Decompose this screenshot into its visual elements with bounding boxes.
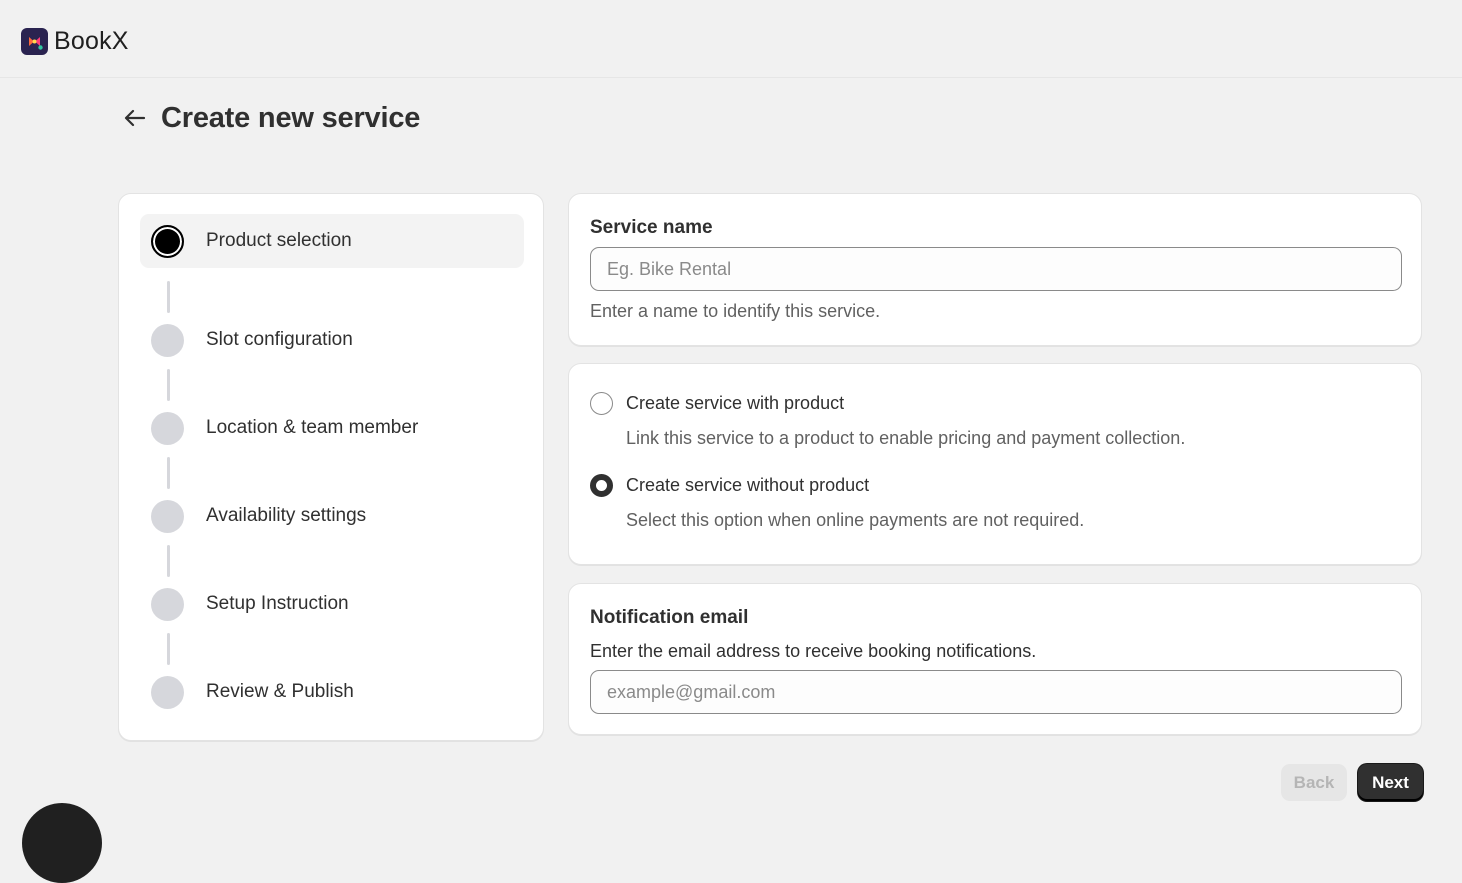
top-bar: BookX [0,0,1462,78]
chat-launcher-button[interactable] [22,803,102,883]
step-connector [167,281,170,313]
step-indicator [151,411,184,445]
step-connector [167,369,170,401]
notification-email-title: Notification email [590,607,749,628]
notification-email-input[interactable] [590,670,1402,714]
bookx-logo-icon [21,28,48,55]
radio-with-product[interactable]: Create service with product [590,392,844,415]
step-review-publish[interactable]: Review & Publish [140,665,524,719]
notification-email-card: Notification email Enter the email addre… [568,583,1422,735]
service-name-help: Enter a name to identify this service. [590,301,881,321]
step-label: Setup Instruction [206,593,349,614]
step-indicator [151,587,184,621]
step-product-selection[interactable]: Product selection [140,214,524,268]
step-label: Review & Publish [206,681,354,702]
step-indicator [151,499,184,533]
step-connector [167,633,170,665]
radio-help-text: Link this service to a product to enable… [626,428,1186,448]
step-indicator [151,323,184,357]
service-name-card: Service name Enter a name to identify th… [568,193,1422,346]
service-name-input[interactable] [590,247,1402,291]
step-connector [167,545,170,577]
step-label: Location & team member [206,417,419,438]
product-option-card: Create service with product Link this se… [568,363,1422,565]
step-slot-configuration[interactable]: Slot configuration [140,313,524,367]
step-label: Availability settings [206,505,367,526]
back-button[interactable]: Back [1281,764,1347,801]
radio-button-checked[interactable] [590,474,613,497]
step-label: Product selection [206,230,352,251]
step-setup-instruction[interactable]: Setup Instruction [140,577,524,631]
step-indicator-active [151,224,184,258]
page-header: Create new service [118,96,420,140]
stepper-card: Product selection Slot configuration Loc… [118,193,544,741]
radio-without-product[interactable]: Create service without product [590,474,869,497]
step-connector [167,457,170,489]
notification-email-help: Enter the email address to receive booki… [590,641,1037,661]
radio-label: Create service with product [626,393,845,413]
radio-label: Create service without product [626,475,870,495]
step-availability-settings[interactable]: Availability settings [140,489,524,543]
radio-button[interactable] [590,392,613,415]
page-title: Create new service [161,101,421,134]
step-location-team-member[interactable]: Location & team member [140,401,524,455]
step-label: Slot configuration [206,329,353,350]
radio-help-text: Select this option when online payments … [626,510,1085,530]
app-name: BookX [54,27,129,55]
next-button[interactable]: Next [1358,764,1423,801]
step-indicator [151,675,184,709]
service-name-title: Service name [590,217,713,238]
arrow-left-icon[interactable] [118,101,152,135]
